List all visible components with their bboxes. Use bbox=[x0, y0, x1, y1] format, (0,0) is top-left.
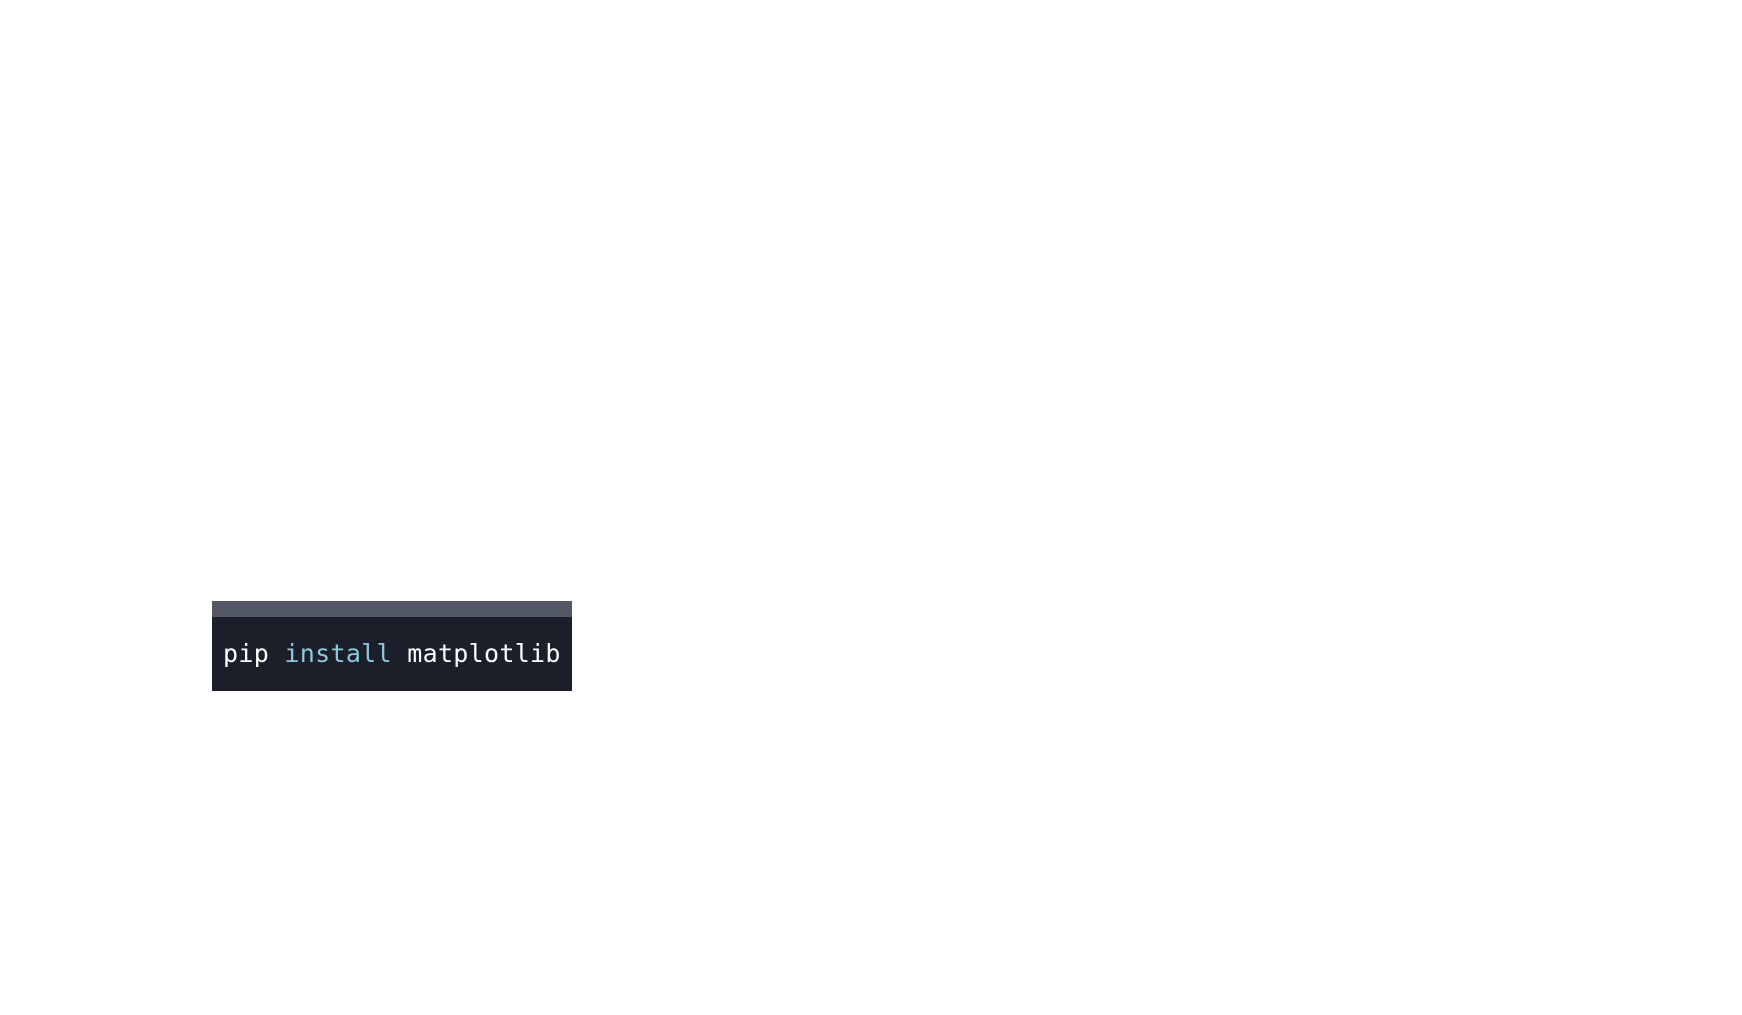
code-line: pip install matplotlib bbox=[223, 638, 561, 670]
code-token-package: matplotlib bbox=[407, 639, 561, 668]
code-token-subcommand: install bbox=[284, 639, 392, 668]
code-token-command: pip bbox=[223, 639, 270, 668]
code-block: pip install matplotlib bbox=[212, 601, 572, 691]
code-block-header bbox=[212, 601, 572, 617]
